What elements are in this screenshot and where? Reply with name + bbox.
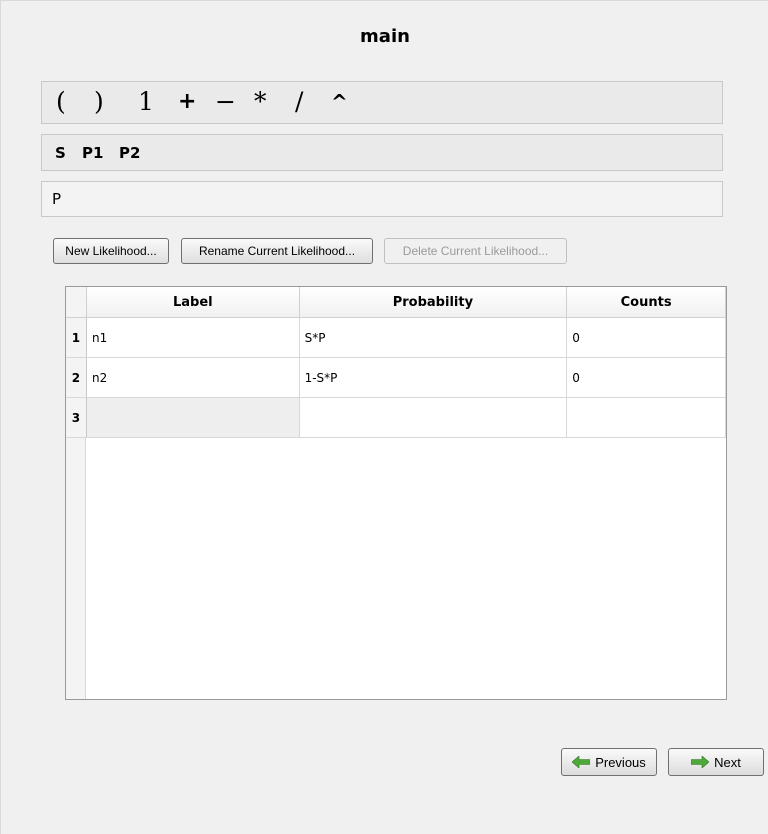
- wizard-page: main ( ) 1 + − * / ^ S P1 P2 P New Likel…: [0, 0, 768, 834]
- new-likelihood-button[interactable]: New Likelihood...: [53, 238, 169, 264]
- parameter-toolbar: S P1 P2: [41, 134, 723, 171]
- operator-one[interactable]: 1: [138, 84, 154, 120]
- counts-cell[interactable]: [566, 397, 726, 438]
- expression-text: P: [52, 190, 62, 208]
- label-cell[interactable]: [86, 397, 300, 438]
- row-number[interactable]: 2: [66, 357, 87, 398]
- previous-button[interactable]: Previous: [561, 748, 657, 776]
- delete-likelihood-button: Delete Current Likelihood...: [384, 238, 567, 264]
- parameter-p1[interactable]: P1: [82, 144, 103, 162]
- row-number[interactable]: 1: [66, 317, 87, 358]
- arrow-right-icon: [691, 756, 710, 768]
- operator-toolbar: ( ) 1 + − * / ^: [41, 81, 723, 124]
- table-row: 2 n2 1-S*P 0: [66, 357, 726, 398]
- operator-power[interactable]: ^: [331, 84, 348, 120]
- next-label: Next: [714, 754, 741, 770]
- row-number[interactable]: 3: [66, 397, 87, 438]
- probability-cell[interactable]: [299, 397, 568, 438]
- column-header-probability[interactable]: Probability: [299, 287, 568, 318]
- operator-divide[interactable]: /: [295, 84, 303, 120]
- page-title: main: [360, 26, 410, 47]
- operator-minus[interactable]: −: [215, 84, 236, 120]
- probability-cell[interactable]: S*P: [299, 317, 568, 358]
- expression-field[interactable]: P: [41, 181, 723, 217]
- likelihood-grid: Label Probability Counts 1 n1 S*P 0 2 n2…: [66, 287, 726, 438]
- rename-likelihood-button[interactable]: Rename Current Likelihood...: [181, 238, 373, 264]
- column-header-counts[interactable]: Counts: [566, 287, 726, 318]
- column-header-label[interactable]: Label: [86, 287, 300, 318]
- label-cell[interactable]: n1: [86, 317, 300, 358]
- operator-plus[interactable]: +: [178, 84, 196, 120]
- previous-label: Previous: [595, 754, 646, 770]
- parameter-p2[interactable]: P2: [119, 144, 140, 162]
- arrow-left-icon: [572, 756, 591, 768]
- table-row: 3: [66, 397, 726, 438]
- operator-open-paren[interactable]: (: [56, 84, 66, 120]
- operator-multiply[interactable]: *: [254, 84, 267, 120]
- likelihood-table: Label Probability Counts 1 n1 S*P 0 2 n2…: [65, 286, 727, 700]
- counts-cell[interactable]: 0: [566, 357, 726, 398]
- probability-cell[interactable]: 1-S*P: [299, 357, 568, 398]
- operator-close-paren[interactable]: ): [94, 84, 104, 120]
- table-corner: [66, 287, 87, 318]
- next-button[interactable]: Next: [668, 748, 764, 776]
- parameter-s[interactable]: S: [55, 144, 66, 162]
- counts-cell[interactable]: 0: [566, 317, 726, 358]
- table-row: 1 n1 S*P 0: [66, 317, 726, 358]
- label-cell[interactable]: n2: [86, 357, 300, 398]
